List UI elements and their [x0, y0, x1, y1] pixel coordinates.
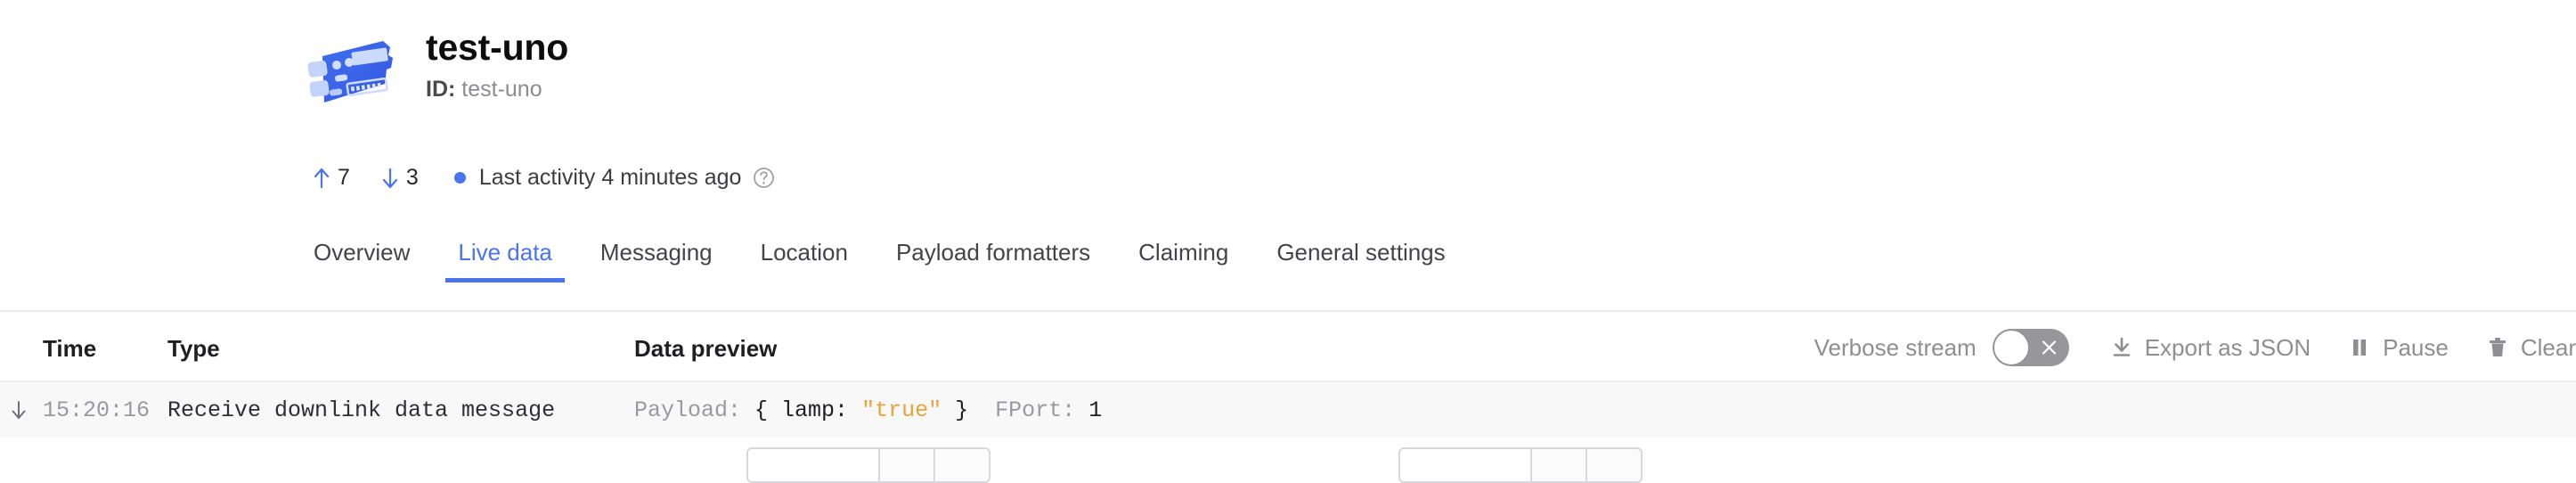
status-dot: [453, 172, 466, 184]
last-activity-text: Last activity 4 minutes ago: [478, 165, 742, 190]
pause-label: Pause: [2383, 333, 2449, 361]
arrow-down-icon: [382, 168, 398, 188]
export-as-json-button[interactable]: Export as JSON: [2110, 334, 2311, 362]
clear-button[interactable]: Clear: [2486, 334, 2576, 362]
device-title-block: test-uno ID: test-uno: [426, 25, 568, 102]
tab-live-data[interactable]: Live data: [445, 239, 565, 282]
tab-messaging[interactable]: Messaging: [600, 239, 713, 282]
uplink-value: 7: [338, 165, 350, 190]
close-x-icon: [2042, 340, 2056, 355]
device-id-label: ID:: [426, 77, 456, 102]
row-action-group: [746, 447, 990, 483]
pause-button[interactable]: Pause: [2348, 334, 2449, 362]
row-action-input-secondary[interactable]: [1398, 447, 1532, 483]
downlink-value: 3: [405, 165, 419, 190]
row-action-input[interactable]: [746, 447, 880, 483]
verbose-stream-label: Verbose stream: [1814, 333, 1977, 361]
column-header-type: Type: [167, 335, 220, 362]
device-header: test-uno ID: test-uno: [303, 25, 568, 116]
payload-close: }: [955, 397, 969, 423]
row-action-button-1[interactable]: [880, 447, 935, 483]
arrow-up-icon: [314, 168, 330, 188]
downlink-count: 3: [380, 165, 419, 191]
fport-label: FPort:: [995, 397, 1076, 423]
trash-icon: [2489, 338, 2506, 356]
tab-general-settings[interactable]: General settings: [1276, 239, 1445, 282]
tab-claiming[interactable]: Claiming: [1138, 239, 1228, 282]
device-tabs: Overview Live data Messaging Location Pa…: [314, 239, 1446, 282]
live-data-table-header: Time Type Data preview Verbose stream Ex…: [0, 310, 2576, 382]
device-id: ID: test-uno: [426, 77, 568, 102]
last-activity: Last activity 4 minutes ago: [453, 165, 776, 191]
row-action-group-secondary: [1398, 447, 1643, 483]
uplink-count: 7: [312, 165, 350, 191]
column-header-data-preview: Data preview: [634, 335, 778, 362]
row-time: 15:20:16: [43, 397, 151, 423]
download-icon: [2113, 337, 2131, 356]
device-id-value: test-uno: [461, 77, 542, 102]
page-title: test-uno: [426, 27, 569, 68]
live-data-toolbar: Verbose stream Export as JSON Pause Clea…: [1814, 329, 2576, 366]
row-action-button-4[interactable]: [1587, 447, 1643, 483]
live-data-page: test-uno ID: test-uno 7 3 Last activity …: [0, 0, 2576, 483]
clear-label: Clear: [2520, 333, 2576, 361]
dev-board-icon: [307, 41, 393, 102]
fport-value: 1: [1088, 397, 1103, 423]
verbose-stream-toggle[interactable]: [1992, 329, 2069, 366]
row-data-preview: Payload: { lamp: "true" } FPort: 1: [634, 397, 1102, 423]
payload-value: "true": [861, 397, 942, 423]
device-status-row: 7 3 Last activity 4 minutes ago: [312, 165, 775, 191]
arrow-down-icon: [12, 401, 26, 419]
row-type: Receive downlink data message: [167, 397, 556, 423]
tab-payload-formatters[interactable]: Payload formatters: [896, 239, 1090, 282]
row-action-button-2[interactable]: [935, 447, 990, 483]
column-header-time: Time: [43, 335, 97, 362]
payload-label: Payload:: [634, 397, 742, 423]
verbose-stream-control: Verbose stream: [1814, 329, 2069, 366]
toggle-knob: [1993, 330, 2029, 365]
export-as-json-label: Export as JSON: [2144, 333, 2311, 361]
pause-icon: [2353, 340, 2367, 356]
tab-overview[interactable]: Overview: [314, 239, 410, 282]
payload-open: { lamp:: [754, 397, 849, 423]
row-action-button-3[interactable]: [1532, 447, 1587, 483]
tab-location[interactable]: Location: [761, 239, 848, 282]
question-mark-circle-icon[interactable]: [753, 167, 775, 189]
table-row[interactable]: 15:20:16 Receive downlink data message P…: [0, 382, 2576, 438]
